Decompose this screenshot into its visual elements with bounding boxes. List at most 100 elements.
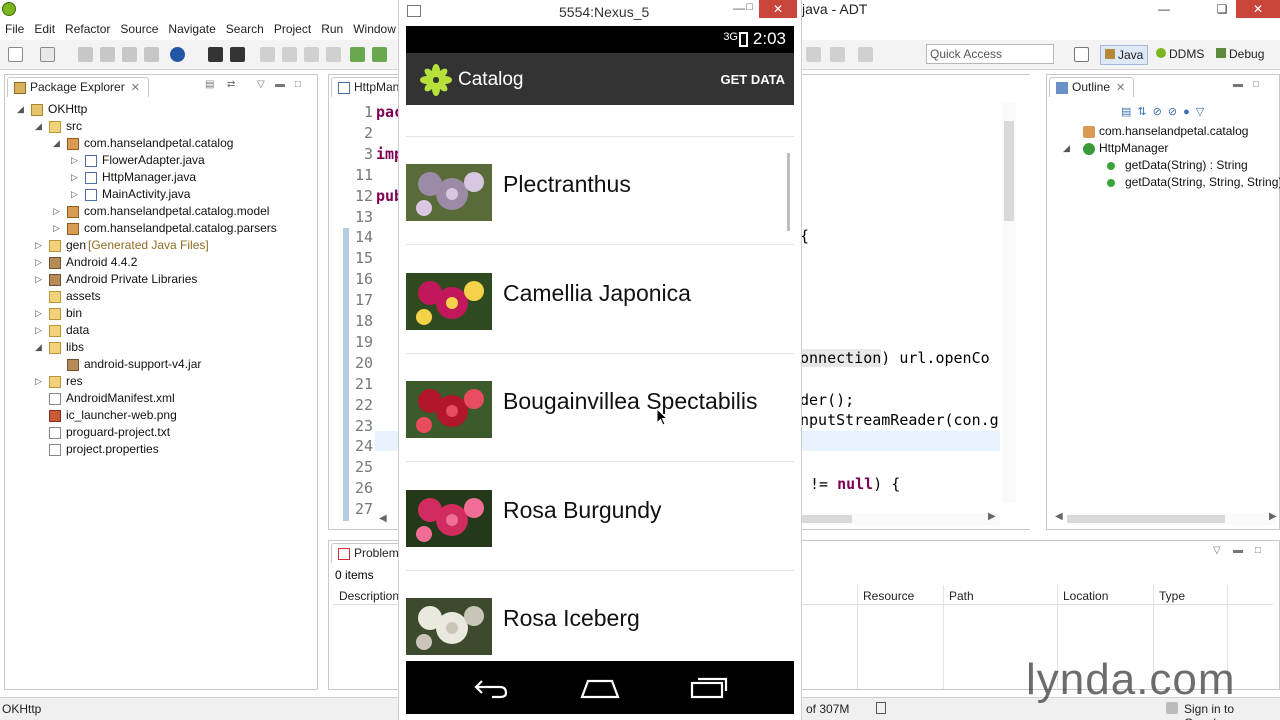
hide-local-types-icon[interactable]: ● — [1183, 106, 1196, 118]
tree-item[interactable]: ◢ OKHttp — [5, 101, 317, 118]
tree-item[interactable]: ▷ FlowerAdapter.java — [5, 152, 317, 169]
menu-project[interactable]: Project — [269, 20, 316, 38]
new-folder-icon[interactable] — [40, 47, 55, 62]
hide-nonpublic-icon[interactable]: ⊘ — [1168, 106, 1183, 118]
tree-item[interactable]: ▷ HttpManager.java — [5, 169, 317, 186]
tree-item[interactable]: ▷ Android 4.4.2 — [5, 254, 317, 271]
tree-item[interactable]: ▷ gen [Generated Java Files] — [5, 237, 317, 254]
outline-menu-icon[interactable]: ▽ — [1196, 106, 1210, 118]
collapsed-arrow-icon[interactable]: ▷ — [71, 186, 81, 203]
editor-hscroll-right[interactable] — [800, 513, 1000, 525]
hide-fields-icon[interactable]: ⇅ — [1137, 106, 1152, 118]
minimize-problems-icon[interactable]: ▬ — [1233, 545, 1243, 556]
list-item-partial[interactable] — [406, 105, 794, 137]
tree-item[interactable]: ▷ MainActivity.java — [5, 186, 317, 203]
expanded-arrow-icon[interactable]: ◢ — [53, 135, 63, 152]
tree-item[interactable]: ◢ com.hanselandpetal.catalog — [5, 135, 317, 152]
close-outline-icon[interactable]: ✕ — [1116, 82, 1125, 94]
collapsed-arrow-icon[interactable]: ▷ — [35, 373, 45, 390]
open-perspective-icon[interactable] — [1074, 47, 1089, 62]
forward-icon[interactable] — [858, 47, 873, 62]
get-data-button[interactable]: GET DATA — [720, 72, 785, 87]
tree-item[interactable]: AndroidManifest.xml — [5, 390, 317, 407]
tree-item[interactable]: ic_launcher-web.png — [5, 407, 317, 424]
flower-list-item[interactable]: Rosa Iceberg — [406, 571, 794, 661]
emulator-maximize-button[interactable]: □ — [746, 1, 753, 13]
quick-access-input[interactable]: Quick Access — [926, 44, 1054, 64]
tree-item[interactable]: ▷ Android Private Libraries — [5, 271, 317, 288]
menu-run[interactable]: Run — [316, 20, 348, 38]
import-icon[interactable] — [230, 47, 245, 62]
tree-item[interactable]: ▷ com.hanselandpetal.catalog.parsers — [5, 220, 317, 237]
debug-icon[interactable] — [372, 47, 387, 62]
save-icon[interactable] — [78, 47, 93, 62]
new-icon[interactable] — [8, 47, 23, 62]
editor-hscroll-thumb[interactable] — [800, 515, 852, 523]
perspective-debug[interactable]: Debug — [1212, 45, 1268, 65]
column-resource[interactable]: Resource — [863, 589, 914, 603]
maximize-button[interactable]: ❏ — [1208, 0, 1236, 18]
perspective-ddms[interactable]: DDMS — [1152, 45, 1208, 65]
outline-hscroll[interactable] — [1067, 513, 1277, 525]
list-scrollbar[interactable] — [787, 153, 790, 231]
maximize-outline-icon[interactable]: □ — [1253, 79, 1259, 90]
flower-list-item[interactable]: Bougainvillea Spectabilis — [406, 354, 794, 462]
print-icon[interactable] — [122, 47, 137, 62]
flower-list-item[interactable]: Camellia Japonica — [406, 246, 794, 354]
tree-item[interactable]: android-support-v4.jar — [5, 356, 317, 373]
outline-scroll-right-icon[interactable]: ▶ — [1269, 511, 1277, 522]
outline-item[interactable]: getData(String, String, String) — [1047, 174, 1280, 191]
tree-item[interactable]: ◢ libs — [5, 339, 317, 356]
emulator-minimize-button[interactable]: — — [733, 1, 745, 15]
tree-item[interactable]: ▷ com.hanselandpetal.catalog.model — [5, 203, 317, 220]
column-description[interactable]: Description — [339, 589, 399, 603]
minimize-button[interactable]: — — [1150, 0, 1178, 18]
menu-navigate[interactable]: Navigate — [163, 20, 220, 38]
tree-item[interactable]: ▷ data — [5, 322, 317, 339]
tree-item[interactable]: assets — [5, 288, 317, 305]
annotation-icon[interactable] — [304, 47, 319, 62]
editor-vscroll[interactable] — [1002, 103, 1016, 503]
collapsed-arrow-icon[interactable]: ▷ — [71, 152, 81, 169]
save-all-icon[interactable] — [100, 47, 115, 62]
menu-file[interactable]: File — [0, 20, 29, 38]
collapsed-arrow-icon[interactable]: ▷ — [35, 254, 45, 271]
maximize-problems-icon[interactable]: □ — [1255, 545, 1261, 556]
outline-item[interactable]: getData(String) : String — [1047, 157, 1279, 174]
view-menu-icon[interactable]: ▽ — [257, 79, 265, 90]
maximize-view-icon[interactable]: □ — [295, 79, 301, 90]
tree-item[interactable]: ◢ src — [5, 118, 317, 135]
outline-hscroll-thumb[interactable] — [1067, 515, 1225, 523]
properties-icon[interactable] — [144, 47, 159, 62]
flower-list[interactable]: Plectranthus Camellia Japonica Bougainvill… — [406, 105, 794, 661]
collapsed-arrow-icon[interactable]: ▷ — [35, 237, 45, 254]
search-icon[interactable] — [282, 47, 297, 62]
column-location[interactable]: Location — [1063, 589, 1108, 603]
flower-list-item[interactable]: Plectranthus — [406, 137, 794, 245]
close-tab-icon[interactable]: ✕ — [131, 82, 140, 94]
expanded-arrow-icon[interactable]: ◢ — [1063, 140, 1073, 157]
sort-icon[interactable]: ▤ — [1121, 106, 1137, 118]
collapsed-arrow-icon[interactable]: ▷ — [35, 305, 45, 322]
home-nav-icon[interactable] — [580, 675, 620, 699]
menu-refactor[interactable]: Refactor — [60, 20, 115, 38]
perspective-java[interactable]: Java — [1100, 45, 1149, 65]
menu-source[interactable]: Source — [115, 20, 163, 38]
link-editor-icon[interactable]: ⇄ — [227, 79, 235, 90]
toggle-mark-icon[interactable] — [326, 47, 341, 62]
tree-item[interactable]: ▷ res — [5, 373, 317, 390]
outline-item[interactable]: com.hanselandpetal.catalog — [1047, 123, 1279, 140]
minimize-outline-icon[interactable]: ▬ — [1233, 79, 1243, 90]
tree-item[interactable]: proguard-project.txt — [5, 424, 317, 441]
collapsed-arrow-icon[interactable]: ▷ — [35, 322, 45, 339]
export-icon[interactable] — [208, 47, 223, 62]
outline-scroll-left-icon[interactable]: ◀ — [1055, 511, 1063, 522]
expanded-arrow-icon[interactable]: ◢ — [17, 101, 27, 118]
tab-package-explorer[interactable]: Package Explorer ✕ — [7, 77, 149, 97]
collapse-all-icon[interactable]: ▤ — [205, 79, 214, 90]
minimize-view-icon[interactable]: ▬ — [275, 79, 285, 90]
editor-vscroll-thumb[interactable] — [1004, 121, 1014, 221]
menu-window[interactable]: Window — [348, 20, 401, 38]
column-type[interactable]: Type — [1159, 589, 1185, 603]
menu-edit[interactable]: Edit — [29, 20, 60, 38]
